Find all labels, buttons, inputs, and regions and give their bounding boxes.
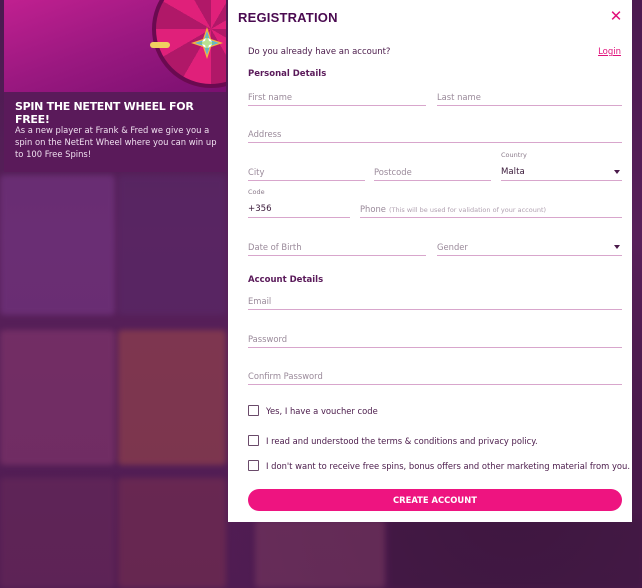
login-link[interactable]: Login [598, 47, 621, 57]
address-placeholder: Address [248, 129, 282, 139]
country-label: Country [501, 151, 527, 159]
email-placeholder: Email [248, 296, 272, 306]
game-tile [0, 478, 115, 588]
phone-label: Phone [360, 204, 386, 214]
voucher-checkbox-row[interactable]: Yes, I have a voucher code [248, 405, 378, 416]
code-value: +356 [248, 204, 272, 214]
game-tile [255, 520, 385, 588]
phone-code-field[interactable]: Code +356 [248, 188, 350, 218]
have-account-text: Do you already have an account? [248, 47, 391, 57]
marketing-checkbox-row[interactable]: I don't want to receive free spins, bonu… [248, 460, 630, 471]
pointer-icon [150, 42, 170, 48]
promo-text: As a new player at Frank & Fred we give … [15, 125, 217, 159]
voucher-label: Yes, I have a voucher code [266, 405, 378, 416]
promo-title: SPIN THE NETENT WHEEL FOR FREE! [15, 100, 194, 126]
terms-checkbox-row[interactable]: I read and understood the terms & condit… [248, 435, 538, 446]
gender-placeholder: Gender [437, 242, 468, 252]
voucher-checkbox[interactable] [248, 405, 259, 416]
game-tile [118, 175, 226, 315]
phone-hint: (This will be used for validation of you… [388, 206, 547, 214]
confirm-password-field[interactable]: Confirm Password [248, 365, 622, 385]
city-field[interactable]: City [248, 161, 365, 181]
last-name-field[interactable]: Last name [437, 86, 622, 106]
game-tile [390, 520, 642, 588]
promo-card: SPIN THE NETENT WHEEL FOR FREE! As a new… [4, 0, 226, 172]
phone-placeholder: Phone (This will be used for validation o… [360, 204, 546, 214]
game-tile [0, 330, 115, 465]
country-value: Malta [501, 167, 525, 177]
terms-checkbox[interactable] [248, 435, 259, 446]
city-placeholder: City [248, 167, 265, 177]
create-account-button[interactable]: CREATE ACCOUNT [248, 489, 622, 511]
postcode-field[interactable]: Postcode [374, 161, 491, 181]
registration-modal: REGISTRATION ✕ Do you already have an ac… [228, 0, 632, 522]
star-icon [191, 27, 223, 59]
first-name-field[interactable]: First name [248, 86, 426, 106]
password-placeholder: Password [248, 334, 288, 344]
personal-details-heading: Personal Details [248, 69, 327, 79]
confirm-password-placeholder: Confirm Password [248, 371, 323, 381]
marketing-label: I don't want to receive free spins, bonu… [266, 460, 631, 471]
dob-field[interactable]: Date of Birth [248, 236, 426, 256]
country-select[interactable]: Country Malta [501, 151, 622, 181]
dob-placeholder: Date of Birth [248, 242, 302, 252]
postcode-placeholder: Postcode [374, 167, 412, 177]
first-name-placeholder: First name [248, 92, 293, 102]
gender-select[interactable]: Gender [437, 236, 622, 256]
password-field[interactable]: Password [248, 328, 622, 348]
last-name-placeholder: Last name [437, 92, 481, 102]
chevron-down-icon [614, 170, 620, 174]
address-field[interactable]: Address [248, 123, 622, 143]
phone-field[interactable]: Phone (This will be used for validation o… [360, 198, 622, 218]
account-details-heading: Account Details [248, 275, 324, 285]
terms-label: I read and understood the terms & condit… [266, 435, 538, 446]
marketing-checkbox[interactable] [248, 460, 259, 471]
close-icon[interactable]: ✕ [608, 8, 624, 24]
game-tile [118, 478, 226, 588]
game-tile [118, 330, 226, 465]
email-field[interactable]: Email [248, 290, 622, 310]
game-tile [0, 175, 115, 315]
modal-title: REGISTRATION [238, 10, 338, 25]
chevron-down-icon [614, 245, 620, 249]
code-label: Code [248, 188, 265, 196]
promo-image [4, 0, 226, 92]
